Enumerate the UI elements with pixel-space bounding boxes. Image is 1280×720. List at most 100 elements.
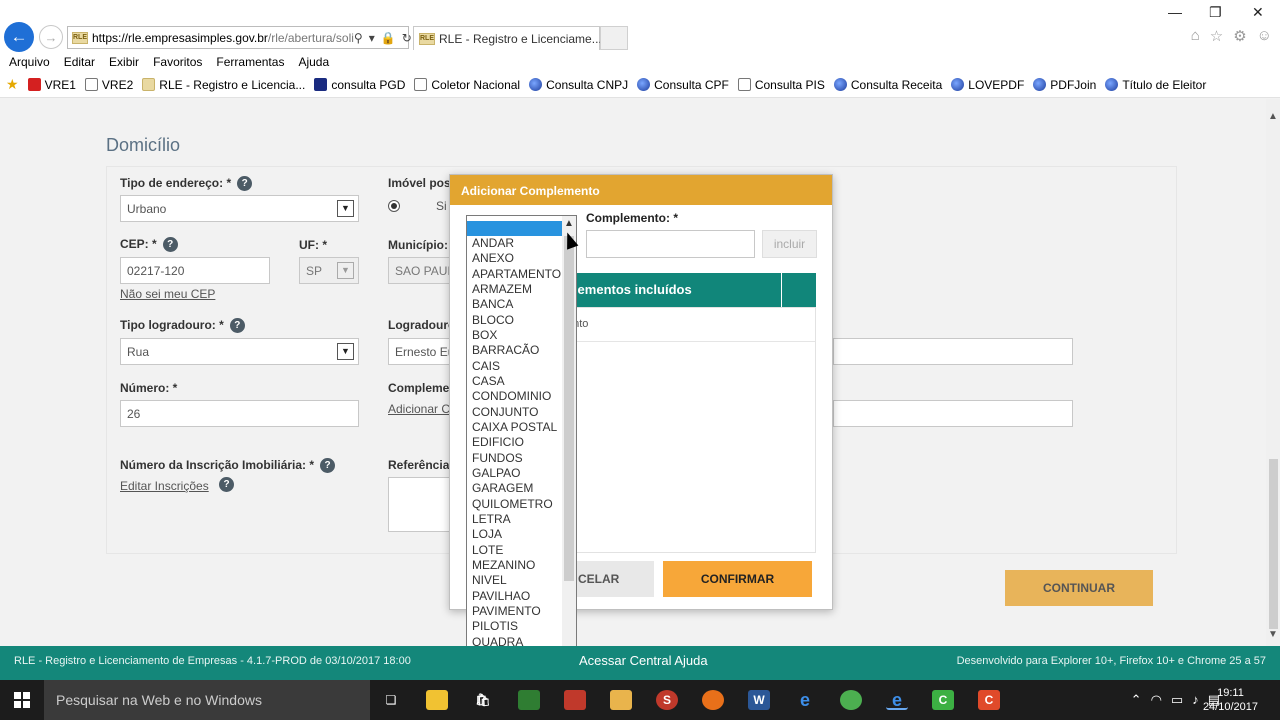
menu-item-exibir[interactable]: Exibir [109, 55, 139, 69]
dropdown-option[interactable]: CONJUNTO [467, 405, 563, 420]
favorite-link[interactable]: consulta PGD [314, 78, 405, 92]
favorite-link[interactable]: Consulta CNPJ [529, 78, 628, 92]
help-icon[interactable]: ? [162, 237, 178, 253]
help-icon[interactable]: ? [229, 318, 245, 334]
confirm-button[interactable]: CONFIRMAR [663, 561, 812, 597]
internet-explorer-icon[interactable]: e [886, 690, 908, 710]
dropdown-option[interactable]: BANCA [467, 297, 563, 312]
app-icon[interactable]: S [656, 690, 678, 710]
favorite-link[interactable]: Consulta Receita [833, 78, 942, 92]
adicionar-complemento-link[interactable]: Adicionar C [388, 402, 450, 416]
dropdown-option[interactable]: PAVILHAO [467, 589, 563, 604]
cep-input[interactable]: 02217-120 [120, 257, 270, 284]
tipo-logradouro-select[interactable]: Rua ▼ [120, 338, 359, 365]
scroll-up-icon[interactable]: ▲ [1268, 111, 1278, 122]
scrollbar-thumb[interactable] [1269, 459, 1278, 629]
network-icon[interactable]: ◠ [1151, 692, 1162, 708]
lock-icon[interactable]: 🔒 [381, 31, 396, 45]
dropdown-option[interactable]: GARAGEM [467, 481, 563, 496]
favorite-link[interactable]: VRE2 [84, 78, 133, 92]
search-icon[interactable]: ⚲ [354, 31, 363, 45]
scroll-up-icon[interactable]: ▲ [564, 218, 574, 229]
dropdown-option[interactable]: EDIFICIO [467, 435, 563, 450]
volume-icon[interactable]: ♪ [1192, 692, 1199, 708]
menu-item-ferramentas[interactable]: Ferramentas [216, 55, 284, 69]
help-icon[interactable]: ? [237, 176, 253, 192]
editar-inscricoes-link[interactable]: Editar Inscrições [120, 479, 209, 493]
municipio-select[interactable]: SAO PAUL [388, 257, 450, 284]
menu-item-ajuda[interactable]: Ajuda [298, 55, 329, 69]
favorites-star-icon[interactable]: ☆ [1210, 27, 1223, 45]
favorite-link[interactable]: RLE - Registro e Licencia... [142, 78, 305, 92]
dropdown-scroll-thumb[interactable] [564, 236, 574, 581]
dropdown-option[interactable]: APARTAMENTO [467, 267, 563, 282]
referencia-textarea[interactable] [388, 477, 450, 532]
favorite-link[interactable]: Consulta PIS [737, 78, 825, 92]
dropdown-option[interactable]: LOJA [467, 527, 563, 542]
dropdown-option[interactable]: ANDAR [467, 236, 563, 251]
close-window-icon[interactable]: ✕ [1252, 4, 1264, 21]
store-icon[interactable]: 🛍 [472, 690, 494, 710]
favorite-link[interactable]: Coletor Nacional [414, 78, 520, 92]
firefox-icon[interactable] [702, 690, 724, 710]
dropdown-option[interactable]: FUNDOS [467, 451, 563, 466]
favorite-link[interactable]: VRE1 [27, 78, 76, 92]
dropdown-option[interactable]: NIVEL [467, 573, 563, 588]
uf-select[interactable]: SP ▼ [299, 257, 359, 284]
dropdown-option[interactable]: PAVIMENTO [467, 604, 563, 619]
dropdown-scrollbar[interactable]: ▲ ▼ [562, 216, 576, 676]
settings-gear-icon[interactable]: ⚙ [1233, 27, 1246, 45]
complemento-input-right[interactable] [833, 400, 1073, 427]
dropdown-option[interactable]: CASA [467, 374, 563, 389]
windows-start-icon[interactable] [14, 692, 30, 708]
central-ajuda-link[interactable]: Acessar Central Ajuda [579, 653, 708, 668]
modal-complemento-input[interactable] [586, 230, 755, 258]
refresh-icon[interactable]: ↻ [402, 31, 412, 45]
edge-icon[interactable]: e [794, 690, 816, 710]
add-favorites-star-icon[interactable]: ★ [6, 76, 19, 93]
numero-input[interactable]: 26 [120, 400, 359, 427]
address-bar[interactable]: RLE https://rle.empresasimples.gov.br/rl… [67, 26, 412, 49]
favorite-link[interactable]: LOVEPDF [951, 78, 1024, 92]
dropdown-icon[interactable]: ▾ [369, 31, 375, 45]
restore-icon[interactable]: ❐ [1209, 4, 1222, 21]
favorite-link[interactable]: PDFJoin [1033, 78, 1096, 92]
favorite-link[interactable]: Consulta CPF [637, 78, 729, 92]
nao-sei-cep-link[interactable]: Não sei meu CEP [120, 287, 215, 301]
menu-item-editar[interactable]: Editar [64, 55, 95, 69]
help-icon[interactable]: ? [320, 458, 336, 474]
dropdown-option[interactable]: CONDOMINIO [467, 389, 563, 404]
dropdown-option[interactable]: ARMAZEM [467, 282, 563, 297]
cancel-button[interactable]: CELAR [566, 561, 654, 597]
dropdown-option[interactable]: ANEXO [467, 251, 563, 266]
app-icon[interactable] [564, 690, 586, 710]
minimize-icon[interactable]: — [1168, 4, 1182, 20]
new-tab-button[interactable] [600, 26, 628, 50]
file-explorer-icon[interactable] [426, 690, 448, 710]
dropdown-option[interactable]: BOX [467, 328, 563, 343]
word-icon[interactable]: W [748, 690, 770, 710]
page-scrollbar[interactable]: ▲ ▼ [1266, 99, 1280, 646]
dropdown-option[interactable]: GALPAO [467, 466, 563, 481]
dropdown-option[interactable]: MEZANINO [467, 558, 563, 573]
taskbar-clock[interactable]: 19:11 24/10/2017 [1203, 686, 1258, 714]
browser-tab[interactable]: RLE RLE - Registro e Licenciame... × [413, 26, 609, 50]
taskbar-search[interactable]: Pesquisar na Web e no Windows [44, 680, 370, 720]
incluir-button[interactable]: incluir [762, 230, 817, 258]
continuar-button[interactable]: CONTINUAR [1005, 570, 1153, 606]
imovel-radio[interactable] [388, 200, 400, 212]
logradouro-input[interactable]: Ernesto Eu [388, 338, 450, 365]
dropdown-option[interactable]: LOTE [467, 543, 563, 558]
battery-icon[interactable]: ▭ [1171, 692, 1183, 708]
dropdown-option[interactable]: QUILOMETRO [467, 497, 563, 512]
task-view-icon[interactable]: ❏ [380, 690, 402, 710]
home-icon[interactable]: ⌂ [1191, 27, 1200, 45]
logradouro-input-right[interactable] [833, 338, 1073, 365]
tipo-complemento-dropdown-list[interactable]: ANDAR ANEXO APARTAMENTO ARMAZEM BANCA BLOCO BO… [466, 215, 577, 677]
dropdown-option[interactable]: LETRA [467, 512, 563, 527]
smiley-icon[interactable]: ☺ [1257, 27, 1272, 45]
help-icon[interactable]: ? [219, 477, 234, 492]
dropdown-option-empty[interactable] [467, 221, 563, 236]
app-icon[interactable] [518, 690, 540, 710]
camtasia-icon[interactable]: C [932, 690, 954, 710]
